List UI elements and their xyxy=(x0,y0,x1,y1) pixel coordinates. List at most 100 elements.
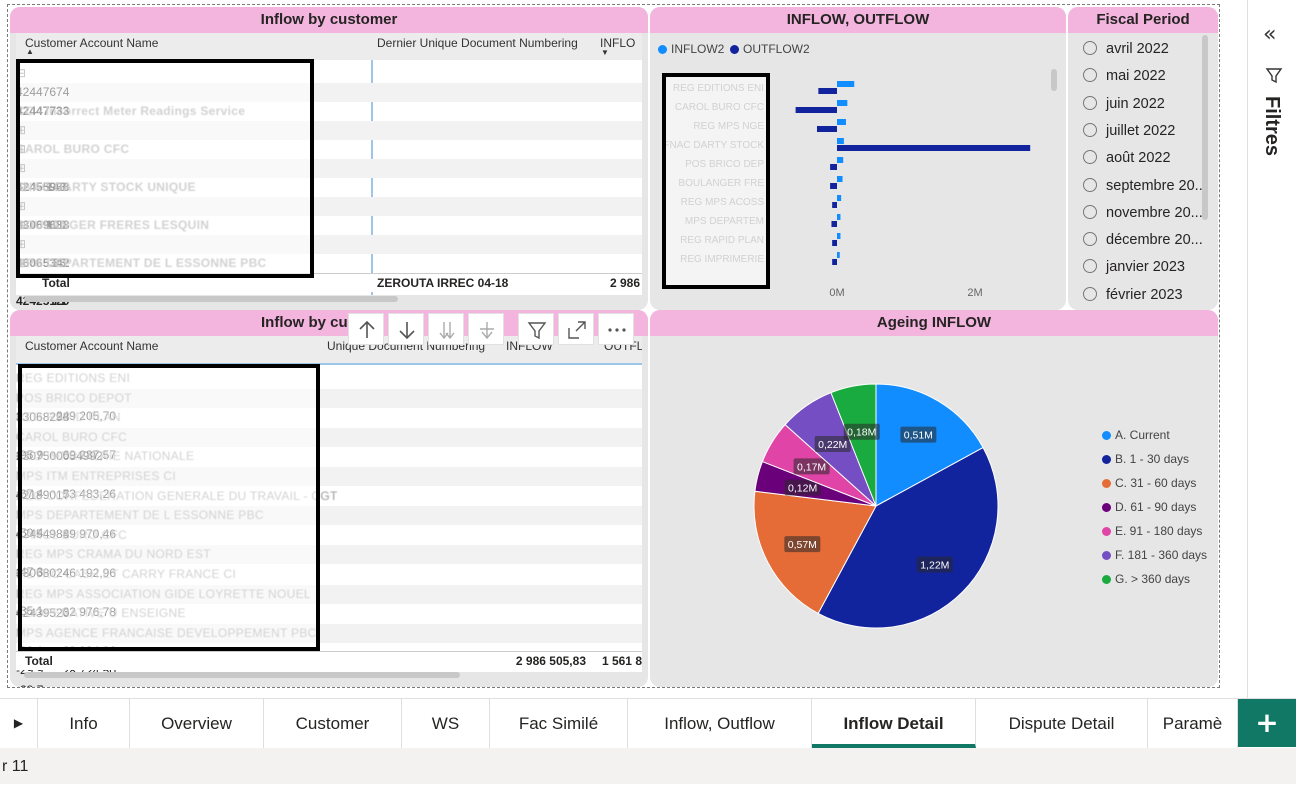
tab-customer[interactable]: Customer xyxy=(264,699,402,748)
tab-label: Dispute Detail xyxy=(1008,714,1115,733)
option-label: décembre 20... xyxy=(1106,232,1203,249)
filters-pane[interactable]: « Filtres xyxy=(1247,0,1296,698)
fiscal-period-option[interactable]: août 2022 xyxy=(1083,145,1171,172)
horizontal-scrollbar[interactable] xyxy=(24,672,460,678)
tab-label: WS xyxy=(431,714,460,733)
tab-fac-simil-[interactable]: Fac Similé xyxy=(490,699,628,748)
pie-chart: 0,51M 1,22M 0,57M 0,12M 0,17M 0,22M0,18M xyxy=(753,383,999,629)
svg-text:0,51M: 0,51M xyxy=(904,430,933,442)
bar-inflow2[interactable] xyxy=(837,233,841,239)
expand-next-level-button[interactable] xyxy=(468,313,504,345)
svg-text:0,18M: 0,18M xyxy=(847,427,876,439)
svg-text:0,22M: 0,22M xyxy=(818,439,847,451)
more-options-button[interactable] xyxy=(598,313,634,345)
horizontal-scrollbar[interactable] xyxy=(24,296,398,302)
tab-scroll-arrow[interactable]: ▶ xyxy=(0,699,38,748)
legend-item[interactable]: B. 1 - 30 days xyxy=(1102,452,1189,466)
ageing-inflow-visual[interactable]: Ageing INFLOW 0,51M 1,22M 0,57M 0,12M 0,17M 0… xyxy=(650,310,1218,687)
fork-down-icon xyxy=(480,322,494,340)
visual-title: Fiscal Period xyxy=(1068,7,1218,33)
filter-button[interactable] xyxy=(518,313,554,345)
sort-indicator: ▲ xyxy=(26,47,34,56)
fiscal-period-option[interactable]: février 2023 xyxy=(1083,282,1183,309)
bar-inflow2[interactable] xyxy=(837,138,844,144)
tab-inflow-detail[interactable]: Inflow Detail xyxy=(812,699,976,748)
fiscal-period-option[interactable]: décembre 20... xyxy=(1083,227,1203,254)
option-label: avril 2022 xyxy=(1106,41,1169,57)
go-next-level-button[interactable] xyxy=(428,313,464,345)
legend-item[interactable]: E. 91 - 180 days xyxy=(1102,524,1202,538)
tab-label: Overview xyxy=(161,714,232,733)
outflow-cell: -28 7 xyxy=(16,681,54,687)
page-indicator: r 11 xyxy=(2,758,29,775)
bar-inflow2[interactable] xyxy=(837,252,840,258)
radio-circle-icon xyxy=(1083,177,1097,192)
drill-down-button[interactable] xyxy=(388,313,424,345)
redaction-box xyxy=(16,59,314,278)
funnel-icon xyxy=(527,322,547,340)
bar-inflow2[interactable] xyxy=(837,157,844,163)
bar-outflow2[interactable] xyxy=(795,107,837,113)
tab-label: Paramè xyxy=(1162,714,1223,733)
bar-outflow2[interactable] xyxy=(830,164,837,170)
tab-overview[interactable]: Overview xyxy=(130,699,264,748)
fiscal-period-option[interactable]: mai 2022 xyxy=(1083,63,1166,90)
legend-item[interactable]: D. 61 - 90 days xyxy=(1102,500,1196,514)
inflow-outflow-chart-visual[interactable]: INFLOW, OUTFLOW INFLOW2 OUTFLOW2 REG EDI… xyxy=(650,7,1066,310)
legend-label: E. 91 - 180 days xyxy=(1115,524,1203,538)
fiscal-period-option[interactable]: janvier 2023 xyxy=(1083,254,1185,281)
bar-inflow2[interactable] xyxy=(837,100,848,106)
radio-circle-icon xyxy=(1083,150,1097,165)
legend-item[interactable]: F. 181 - 360 days xyxy=(1102,548,1207,562)
bar-outflow2[interactable] xyxy=(832,259,837,265)
fiscal-period-slicer[interactable]: Fiscal Period avril 2022 mai 2022 juin 202… xyxy=(1068,7,1218,310)
legend-item[interactable]: G. > 360 days xyxy=(1102,572,1190,586)
tab-label: Info xyxy=(69,714,98,733)
bar-inflow2[interactable] xyxy=(837,176,843,182)
legend-item[interactable]: C. 31 - 60 days xyxy=(1102,476,1196,490)
bar-inflow2[interactable] xyxy=(837,81,855,87)
fiscal-period-option[interactable]: juin 2022 xyxy=(1083,91,1165,118)
collapse-chevrons-icon[interactable]: « xyxy=(1263,22,1276,47)
bar-inflow2[interactable] xyxy=(837,214,841,220)
bar-outflow2[interactable] xyxy=(837,145,1031,151)
fiscal-period-option[interactable]: avril 2022 xyxy=(1083,36,1169,63)
legend-label: F. 181 - 360 days xyxy=(1115,548,1208,562)
vertical-scrollbar[interactable] xyxy=(1202,35,1208,220)
svg-text:0,17M: 0,17M xyxy=(797,461,826,473)
fiscal-period-option[interactable]: novembre 20... xyxy=(1083,200,1203,227)
vertical-scrollbar[interactable] xyxy=(1051,69,1057,91)
add-page-button[interactable]: + xyxy=(1238,699,1296,747)
bar-outflow2[interactable] xyxy=(816,126,837,132)
radio-circle-icon xyxy=(1083,286,1097,301)
svg-text:1,22M: 1,22M xyxy=(920,560,949,572)
tab-dispute-detail[interactable]: Dispute Detail xyxy=(976,699,1148,748)
bar-inflow2[interactable] xyxy=(837,195,842,201)
legend-item[interactable]: A. Current xyxy=(1102,428,1170,442)
column-header-doc-number[interactable]: Dernier Unique Document Numbering xyxy=(377,36,578,50)
double-arrow-down-icon xyxy=(439,322,455,340)
legend-color-dot xyxy=(1102,503,1111,512)
tab-ws[interactable]: WS xyxy=(402,699,490,748)
radio-circle-icon xyxy=(1083,259,1097,274)
radio-circle-icon xyxy=(1083,68,1097,83)
tab-inflow-outflow[interactable]: Inflow, Outflow xyxy=(628,699,812,748)
drill-up-button[interactable] xyxy=(348,313,384,345)
tab-param-[interactable]: Paramè xyxy=(1148,699,1238,748)
bar-inflow2[interactable] xyxy=(837,119,846,125)
column-header-customer[interactable]: Customer Account Name xyxy=(25,36,158,50)
visual-header-toolbar xyxy=(348,313,638,345)
bar-outflow2[interactable] xyxy=(832,202,837,208)
bar-outflow2[interactable] xyxy=(830,183,837,189)
bar-outflow2[interactable] xyxy=(831,221,837,227)
column-header-customer[interactable]: Customer Account Name xyxy=(25,339,158,353)
fiscal-period-option[interactable]: septembre 20... xyxy=(1083,173,1207,200)
tab-info[interactable]: Info xyxy=(38,699,130,748)
focus-mode-button[interactable] xyxy=(558,313,594,345)
bar-outflow2[interactable] xyxy=(818,88,837,94)
fiscal-period-option[interactable]: juillet 2022 xyxy=(1083,118,1175,145)
inflow-by-customer-top-visual[interactable]: Inflow by customer Customer Account Name… xyxy=(10,7,648,310)
bar-outflow2[interactable] xyxy=(832,240,837,246)
inflow-by-customer-bottom-visual[interactable]: Inflow by cus Customer Account Name Uniq… xyxy=(10,310,648,687)
radio-circle-icon xyxy=(1083,41,1097,55)
